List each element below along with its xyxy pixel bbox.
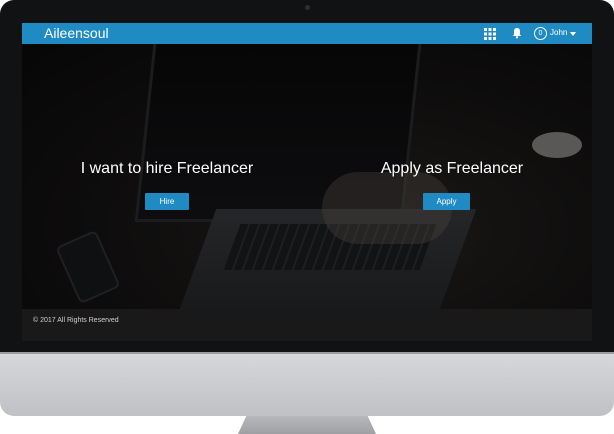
bell-icon[interactable] bbox=[511, 27, 523, 39]
hero-section: I want to hire Freelancer Hire Apply as … bbox=[22, 44, 592, 309]
hire-button[interactable]: Hire bbox=[145, 193, 189, 210]
camera-dot bbox=[305, 5, 310, 10]
top-navbar: Aileensoul 0 John bbox=[22, 23, 592, 44]
monitor-frame: Aileensoul 0 John I want to hire Freelan… bbox=[0, 0, 614, 372]
caret-down-icon[interactable] bbox=[570, 32, 576, 36]
apply-button[interactable]: Apply bbox=[423, 193, 470, 210]
footer: © 2017 All Rights Reserved bbox=[22, 309, 592, 341]
copyright-text: © 2017 All Rights Reserved bbox=[33, 317, 119, 324]
notification-badge[interactable]: 0 bbox=[534, 27, 547, 40]
user-menu-name[interactable]: John bbox=[550, 28, 567, 37]
monitor-stand bbox=[238, 416, 376, 434]
apply-title: Apply as Freelancer bbox=[380, 160, 524, 177]
grid-icon[interactable] bbox=[484, 28, 496, 40]
brand-logo[interactable]: Aileensoul bbox=[44, 25, 109, 41]
screen: Aileensoul 0 John I want to hire Freelan… bbox=[22, 23, 592, 341]
monitor-chin bbox=[0, 352, 614, 416]
monitor-chin-edge bbox=[0, 352, 614, 354]
hire-title: I want to hire Freelancer bbox=[80, 160, 254, 177]
